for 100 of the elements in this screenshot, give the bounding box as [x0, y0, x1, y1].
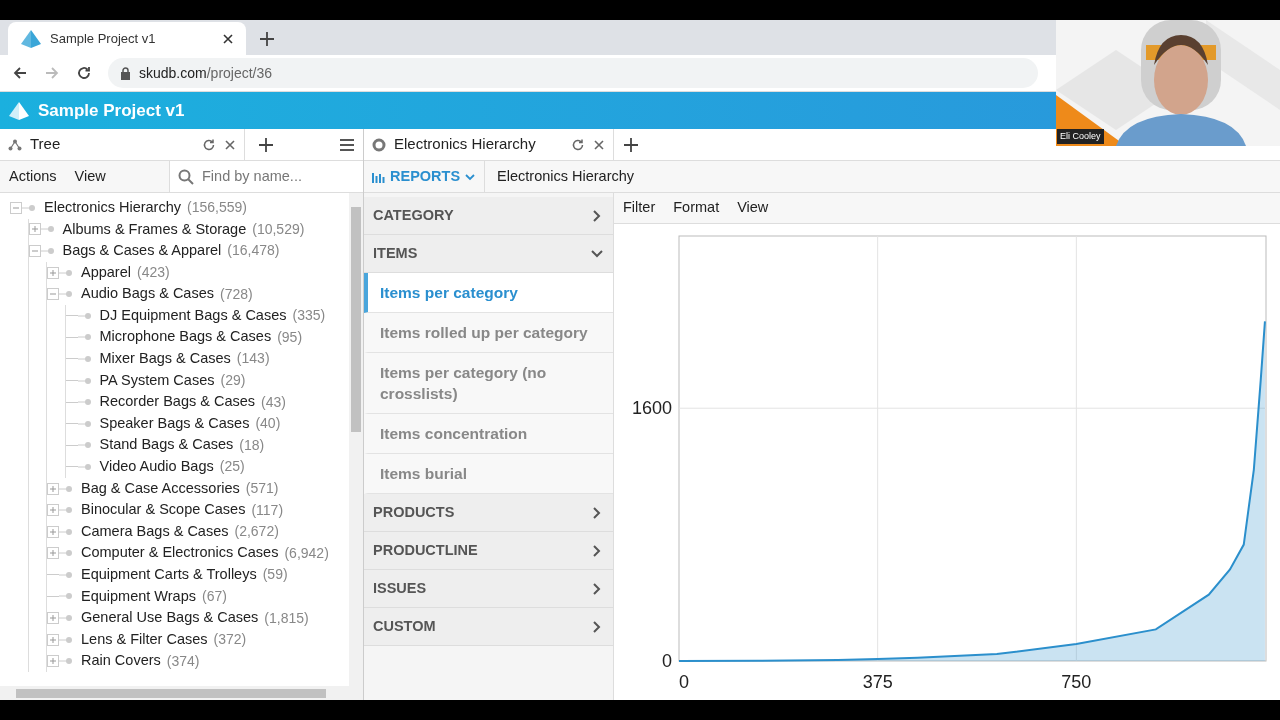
close-icon[interactable]: [593, 138, 605, 151]
expand-icon[interactable]: [47, 612, 59, 625]
tree-item[interactable]: PA System Cases: [99, 369, 215, 392]
item-count: (59): [262, 565, 288, 585]
node-dot-icon: [59, 290, 73, 299]
tree-item[interactable]: Speaker Bags & Cases: [99, 412, 250, 435]
expand-icon[interactable]: [47, 633, 59, 646]
tree-item[interactable]: Mixer Bags & Cases: [99, 348, 231, 370]
report-section[interactable]: CUSTOM: [364, 608, 613, 646]
expand-icon[interactable]: [47, 482, 59, 495]
tree-item[interactable]: General Use Bags & Cases: [81, 607, 259, 629]
node-dot-icon: [40, 225, 55, 234]
tree-item[interactable]: Binocular & Scope Cases: [81, 499, 246, 521]
tree-item[interactable]: Bag & Case Accessories: [81, 477, 240, 500]
tree-item[interactable]: Rain Covers: [81, 650, 161, 673]
item-count: (143): [236, 349, 270, 369]
pane-tab[interactable]: Tree: [0, 129, 245, 160]
menu-item[interactable]: Format: [664, 197, 729, 219]
breadcrumb: Electronics Hierarchy: [496, 166, 636, 186]
pyramid-logo-icon: [8, 100, 30, 121]
menu-icon[interactable]: [339, 137, 355, 152]
tree-item[interactable]: Stand Bags & Cases: [99, 434, 234, 457]
tree-item[interactable]: Microphone Bags & Cases: [99, 326, 272, 349]
pyramid-logo-icon: [20, 28, 42, 49]
search-field[interactable]: Find by name...: [169, 161, 363, 192]
horizontal-scrollbar[interactable]: [0, 686, 349, 700]
item-count: (2,672): [234, 522, 279, 542]
report-section[interactable]: ITEMS: [364, 235, 613, 273]
node-dot-icon: [40, 247, 55, 255]
tree-item[interactable]: Lens & Filter Cases: [81, 628, 208, 651]
tree-item[interactable]: Camera Bags & Cases: [81, 520, 229, 543]
item-count: (10,529): [252, 219, 305, 239]
back-icon[interactable]: [12, 65, 28, 81]
lock-icon: [120, 66, 131, 80]
x-tick-label: 375: [862, 672, 893, 692]
item-count: (571): [245, 479, 279, 498]
reload-icon[interactable]: [76, 65, 92, 81]
expand-icon[interactable]: [47, 266, 59, 279]
tree-item[interactable]: DJ Equipment Bags & Cases: [99, 304, 287, 327]
report-section[interactable]: PRODUCTLINE: [364, 532, 613, 570]
pane-tab[interactable]: Electronics Hierarchy: [364, 129, 614, 160]
refresh-icon[interactable]: [571, 137, 585, 152]
vertical-scrollbar[interactable]: [349, 193, 363, 700]
x-tick-label: 0: [679, 672, 689, 692]
item-count: (40): [255, 414, 281, 434]
tree-item[interactable]: Computer & Electronics Cases: [81, 542, 279, 565]
expand-icon[interactable]: [47, 655, 59, 668]
tree-item[interactable]: Equipment Carts & Trolleys: [81, 564, 257, 586]
item-count: (16,478): [227, 241, 280, 261]
item-count: (18): [239, 435, 265, 455]
tree-item[interactable]: Video Audio Bags: [99, 456, 214, 478]
circle-icon: [372, 137, 386, 152]
bar-chart-icon: [372, 170, 386, 183]
collapse-icon[interactable]: [10, 201, 22, 214]
item-count: (374): [166, 651, 200, 671]
collapse-icon[interactable]: [47, 288, 59, 301]
node-dot-icon: [59, 635, 73, 644]
menu-item[interactable]: Actions: [0, 165, 66, 188]
expand-icon[interactable]: [47, 525, 59, 538]
report-item[interactable]: Items per category: [364, 273, 613, 313]
report-section[interactable]: CATEGORY: [364, 197, 613, 235]
node-dot-icon: [59, 268, 73, 277]
item-count: (335): [292, 306, 326, 326]
close-icon[interactable]: [224, 138, 236, 151]
node-dot-icon: [59, 484, 73, 493]
address-bar[interactable]: skudb.com/project/36: [108, 58, 1038, 88]
tree-item[interactable]: Equipment Wraps: [81, 585, 196, 608]
expand-icon[interactable]: [28, 223, 41, 236]
tree-item[interactable]: Bags & Cases & Apparel: [62, 240, 222, 262]
tree-item[interactable]: Apparel: [81, 261, 131, 284]
report-section[interactable]: ISSUES: [364, 570, 613, 608]
item-count: (29): [220, 371, 246, 391]
tree-icon: [8, 138, 22, 151]
close-icon[interactable]: [222, 32, 234, 45]
browser-tab[interactable]: Sample Project v1: [8, 22, 246, 55]
node-dot-icon: [59, 657, 73, 666]
app-title: Sample Project v1: [38, 99, 185, 122]
node-dot-icon: [59, 527, 73, 536]
plus-icon[interactable]: [622, 135, 640, 154]
menu-item[interactable]: View: [728, 197, 778, 219]
refresh-icon[interactable]: [202, 137, 216, 152]
item-count: (67): [202, 587, 227, 606]
report-section[interactable]: PRODUCTS: [364, 494, 613, 532]
expand-icon[interactable]: [47, 504, 59, 517]
search-input[interactable]: Find by name...: [202, 165, 352, 188]
item-count: (43): [261, 392, 286, 412]
tree-item[interactable]: Electronics Hierarchy: [44, 196, 181, 219]
expand-icon[interactable]: [47, 547, 59, 560]
forward-icon[interactable]: [44, 65, 60, 81]
menu-item[interactable]: View: [65, 165, 115, 188]
plus-icon[interactable]: [258, 29, 276, 48]
collapse-icon[interactable]: [28, 245, 41, 257]
x-tick-label: 750: [1061, 672, 1092, 692]
item-count: (95): [277, 327, 303, 347]
menu-item[interactable]: Filter: [614, 197, 665, 219]
tree-item[interactable]: Albums & Frames & Storage: [62, 218, 247, 241]
plus-icon[interactable]: [257, 135, 275, 154]
tree-item[interactable]: Recorder Bags & Cases: [99, 391, 256, 413]
item-count: (117): [251, 500, 284, 520]
tree-item[interactable]: Audio Bags & Cases: [81, 283, 214, 306]
